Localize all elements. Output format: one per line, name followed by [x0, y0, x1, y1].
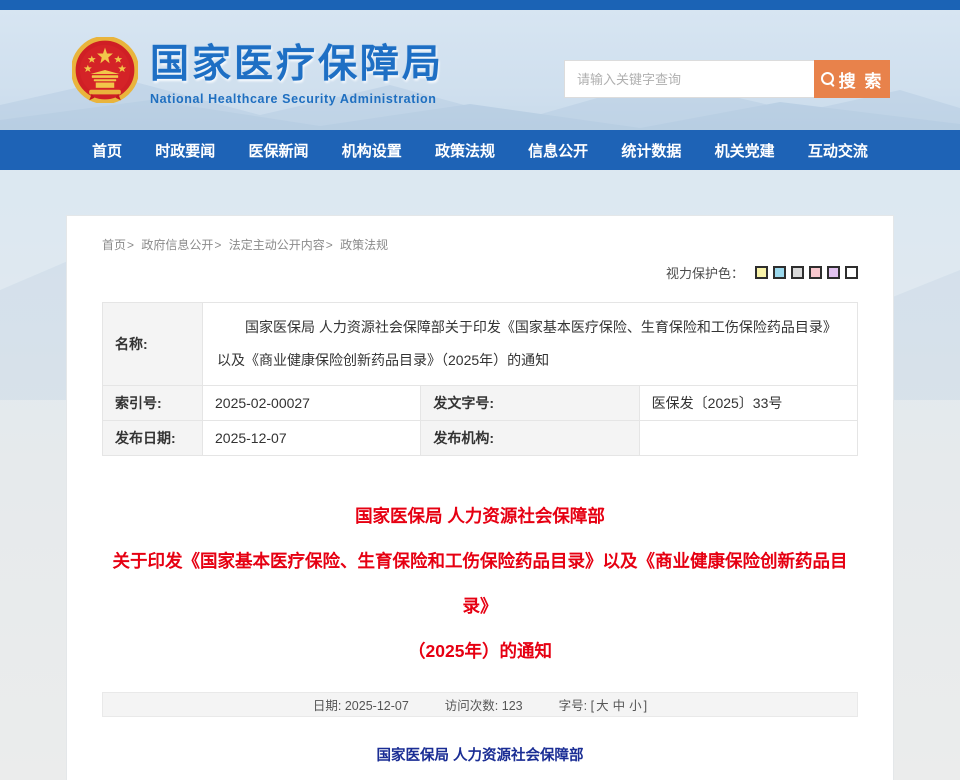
- search-input[interactable]: [564, 60, 814, 98]
- doc-agency-label: 发布机构:: [421, 421, 639, 456]
- meta-visits-value: 123: [502, 699, 523, 713]
- fontsize-bracket-close: ]: [644, 699, 647, 713]
- meta-date-label: 日期:: [313, 699, 341, 713]
- doc-agency-value: [639, 421, 857, 456]
- document-info-table: 名称: 国家医保局 人力资源社会保障部关于印发《国家基本医疗保险、生育保险和工伤…: [102, 302, 858, 456]
- search-icon: [821, 72, 835, 86]
- breadcrumb-gov-info[interactable]: 政府信息公开: [141, 238, 213, 252]
- meta-fontsize: 字号: [大中小]: [559, 695, 647, 714]
- fontsize-bracket-open: [: [591, 699, 594, 713]
- table-row: 发布日期: 2025-12-07 发布机构:: [103, 421, 858, 456]
- doc-number-label: 发文字号:: [421, 386, 639, 421]
- site-subtitle-en: National Healthcare Security Administrat…: [150, 92, 444, 106]
- site-brand: 国家医疗保障局 National Healthcare Security Adm…: [72, 33, 444, 106]
- breadcrumb-policy[interactable]: 政策法规: [340, 238, 388, 252]
- nav-item-interaction[interactable]: 互动交流: [808, 140, 868, 161]
- meta-date: 日期: 2025-12-07: [313, 695, 409, 714]
- meta-visits-label: 访问次数:: [445, 699, 498, 713]
- document-title-line2: 关于印发《国家基本医疗保险、生育保险和工伤保险药品目录》以及《商业健康保险创新药…: [102, 775, 858, 780]
- document-title-blue: 国家医保局 人力资源社会保障部 关于印发《国家基本医疗保险、生育保险和工伤保险药…: [102, 737, 858, 780]
- nav-item-organization[interactable]: 机构设置: [342, 140, 402, 161]
- breadcrumb-legal-disclosure[interactable]: 法定主动公开内容: [229, 238, 325, 252]
- eye-protection-label: 视力保护色：: [666, 263, 744, 282]
- doc-name-value: 国家医保局 人力资源社会保障部关于印发《国家基本医疗保险、生育保险和工伤保险药品…: [203, 303, 858, 386]
- table-row: 索引号: 2025-02-00027 发文字号: 医保发〔2025〕33号: [103, 386, 858, 421]
- nav-item-policy[interactable]: 政策法规: [435, 140, 495, 161]
- eye-protection-row: 视力保护色：: [102, 263, 858, 282]
- main-nav: 首页 时政要闻 医保新闻 机构设置 政策法规 信息公开 统计数据 机关党建 互动…: [0, 130, 960, 170]
- site-title: 国家医疗保障局: [150, 33, 444, 89]
- site-header: 国家医疗保障局 National Healthcare Security Adm…: [0, 10, 960, 130]
- fontsize-medium-link[interactable]: 中: [613, 699, 626, 713]
- content-panel: 首页> 政府信息公开> 法定主动公开内容> 政策法规 视力保护色： 名称: 国家…: [66, 215, 894, 780]
- doc-name-label: 名称:: [103, 303, 203, 386]
- doc-number-value: 医保发〔2025〕33号: [639, 386, 857, 421]
- nav-item-medical-news[interactable]: 医保新闻: [248, 140, 308, 161]
- article-title-red: 国家医保局 人力资源社会保障部 关于印发《国家基本医疗保险、生育保险和工伤保险药…: [102, 494, 858, 674]
- top-strip: [0, 0, 960, 10]
- breadcrumb-home[interactable]: 首页: [102, 238, 126, 252]
- eye-color-swatch-gray[interactable]: [791, 266, 804, 279]
- eye-color-swatch-yellow[interactable]: [755, 266, 768, 279]
- doc-index-value: 2025-02-00027: [203, 386, 421, 421]
- nav-item-home[interactable]: 首页: [92, 140, 122, 161]
- meta-date-value: 2025-12-07: [345, 699, 409, 713]
- document-title-line1: 国家医保局 人力资源社会保障部: [102, 737, 858, 775]
- search-box: 搜 索: [564, 60, 890, 98]
- article-title-line2: 关于印发《国家基本医疗保险、生育保险和工伤保险药品目录》以及《商业健康保险创新药…: [102, 539, 858, 629]
- doc-pubdate-value: 2025-12-07: [203, 421, 421, 456]
- article-title-line1: 国家医保局 人力资源社会保障部: [102, 494, 858, 539]
- article-meta-bar: 日期: 2025-12-07 访问次数: 123 字号: [大中小]: [102, 692, 858, 717]
- fontsize-large-link[interactable]: 大: [596, 699, 609, 713]
- table-row: 名称: 国家医保局 人力资源社会保障部关于印发《国家基本医疗保险、生育保险和工伤…: [103, 303, 858, 386]
- doc-index-label: 索引号:: [103, 386, 203, 421]
- fontsize-small-link[interactable]: 小: [629, 699, 642, 713]
- eye-color-swatch-white[interactable]: [845, 266, 858, 279]
- nav-item-info-disclosure[interactable]: 信息公开: [528, 140, 588, 161]
- nav-item-politics-news[interactable]: 时政要闻: [155, 140, 215, 161]
- meta-visits: 访问次数: 123: [445, 695, 523, 714]
- eye-color-swatch-pink[interactable]: [809, 266, 822, 279]
- breadcrumb-separator: >: [127, 238, 134, 252]
- breadcrumb-separator: >: [326, 238, 333, 252]
- meta-fontsize-label: 字号:: [559, 699, 587, 713]
- nav-item-party-building[interactable]: 机关党建: [715, 140, 775, 161]
- nav-item-statistics[interactable]: 统计数据: [621, 140, 681, 161]
- eye-color-swatch-blue[interactable]: [773, 266, 786, 279]
- search-button-label: 搜 索: [839, 67, 884, 92]
- breadcrumb-separator: >: [214, 238, 221, 252]
- search-button[interactable]: 搜 索: [814, 60, 890, 98]
- eye-color-swatch-purple[interactable]: [827, 266, 840, 279]
- doc-pubdate-label: 发布日期:: [103, 421, 203, 456]
- article-title-line3: （2025年）的通知: [102, 629, 858, 674]
- national-emblem-logo: [72, 37, 138, 103]
- breadcrumb: 首页> 政府信息公开> 法定主动公开内容> 政策法规: [102, 236, 858, 253]
